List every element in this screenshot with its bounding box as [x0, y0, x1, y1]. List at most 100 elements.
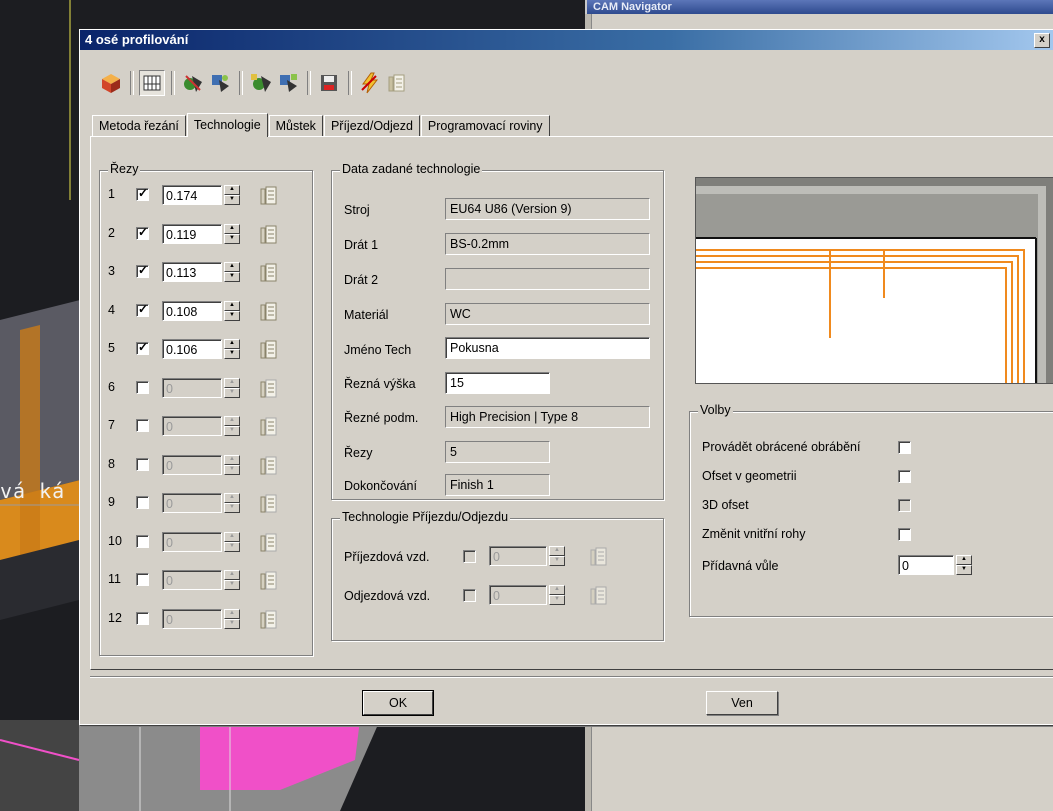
rezna-vyska-input[interactable]: 15 — [445, 372, 550, 394]
rez-row-value[interactable]: 0.108 — [162, 300, 222, 321]
rez-row-spin-arrows[interactable]: ▲ ▼ — [224, 608, 240, 629]
rez-row-spinner[interactable]: 0.113 ▲ ▼ — [162, 262, 240, 282]
rez-row-doc-icon[interactable] — [260, 493, 278, 518]
volby-option-checkbox[interactable] — [898, 528, 911, 541]
rez-row-checkbox[interactable] — [136, 611, 149, 625]
rez-row-doc-icon[interactable] — [260, 570, 278, 595]
cube-icon[interactable] — [98, 70, 124, 96]
wire-cut-all-icon[interactable] — [275, 70, 301, 96]
rez-row-value[interactable]: 0 — [162, 454, 222, 475]
volby-option-checkbox[interactable] — [898, 441, 911, 454]
rez-row-spin-arrows[interactable]: ▲ ▼ — [224, 377, 240, 398]
tab-prijezd-odjezd[interactable]: Příjezd/Odjezd — [323, 115, 420, 136]
rez-row-value[interactable]: 0 — [162, 608, 222, 629]
volby-option-checkbox[interactable] — [898, 470, 911, 483]
rez-row-doc-icon[interactable] — [260, 378, 278, 403]
close-button[interactable]: x — [1034, 33, 1050, 48]
rez-row-spin-arrows[interactable]: ▲ ▼ — [224, 262, 240, 282]
rez-row-value[interactable]: 0 — [162, 377, 222, 398]
doc-icon[interactable] — [384, 70, 410, 96]
rez-row-spinner[interactable]: 0 ▲ ▼ — [162, 531, 240, 552]
odjezd-checkbox[interactable] — [463, 589, 476, 602]
rez-row-value[interactable]: 0.119 — [162, 223, 222, 244]
rez-row-spin-arrows[interactable]: ▲ ▼ — [224, 493, 240, 513]
grid-icon[interactable] — [139, 70, 165, 96]
rez-row-spinner[interactable]: 0 ▲ ▼ — [162, 493, 240, 513]
pridavna-vule-spinner[interactable]: 0 ▲ ▼ — [898, 555, 972, 575]
ok-button[interactable]: OK — [362, 690, 434, 716]
wire-cut-icon[interactable] — [207, 70, 233, 96]
rez-row-value[interactable]: 0 — [162, 416, 222, 436]
rez-row-value[interactable]: 0.174 — [162, 185, 222, 205]
rez-row-checkbox[interactable]: ✓ — [136, 302, 149, 317]
rez-row-doc-icon[interactable] — [260, 262, 278, 287]
tab-metoda-rezani[interactable]: Metoda řezání — [92, 115, 186, 136]
tab-mustek[interactable]: Můstek — [268, 115, 323, 136]
rez-row-doc-icon[interactable] — [260, 609, 278, 634]
rez-row-checkbox[interactable] — [136, 419, 149, 432]
rez-row-doc-icon[interactable] — [260, 301, 278, 326]
rez-row-spin-arrows[interactable]: ▲ ▼ — [224, 570, 240, 590]
rez-row-value[interactable]: 0.113 — [162, 262, 222, 282]
rez-row-spinner[interactable]: 0 ▲ ▼ — [162, 570, 240, 590]
save-icon[interactable] — [316, 70, 342, 96]
rez-row-checkbox[interactable] — [136, 534, 149, 548]
rez-row-spinner[interactable]: 0 ▲ ▼ — [162, 454, 240, 475]
rez-row-spin-arrows[interactable]: ▲ ▼ — [224, 185, 240, 205]
odjezd-doc-icon[interactable] — [590, 585, 608, 610]
flash-icon[interactable] — [357, 70, 383, 96]
rez-row-checkbox[interactable]: ✓ — [136, 225, 149, 240]
rez-row-checkbox[interactable]: ✓ — [136, 186, 149, 201]
rez-row-doc-icon[interactable] — [260, 185, 278, 210]
rez-row-checkbox[interactable] — [136, 457, 149, 471]
rez-row-doc-icon[interactable] — [260, 224, 278, 249]
rez-row-value[interactable]: 0 — [162, 493, 222, 513]
rez-row-checkbox[interactable] — [136, 380, 149, 394]
rez-row-spinner[interactable]: 0.106 ▲ ▼ — [162, 339, 240, 359]
rez-row-spinner[interactable]: 0.119 ▲ ▼ — [162, 223, 240, 244]
rez-row-doc-icon[interactable] — [260, 416, 278, 441]
rez-row-checkbox[interactable]: ✓ — [136, 263, 149, 278]
dialog-titlebar[interactable]: 4 osé profilování x — [80, 30, 1053, 50]
rez-row-spin-arrows[interactable]: ▲ ▼ — [224, 416, 240, 436]
rez-row-value[interactable]: 0 — [162, 570, 222, 590]
tab-technologie[interactable]: Technologie — [186, 113, 268, 137]
rez-row-spinner[interactable]: 0 ▲ ▼ — [162, 377, 240, 398]
rez-row-spinner[interactable]: 0.108 ▲ ▼ — [162, 300, 240, 321]
rez-row-spin-arrows[interactable]: ▲ ▼ — [224, 454, 240, 475]
pridavna-vule-value[interactable]: 0 — [898, 555, 954, 575]
rez-row-spin-arrows[interactable]: ▲ ▼ — [224, 300, 240, 321]
prijezd-checkbox[interactable] — [463, 550, 476, 563]
prijezd-value[interactable]: 0 — [489, 546, 547, 566]
rez-row-doc-icon[interactable] — [260, 339, 278, 364]
rez-row-checkbox[interactable] — [136, 573, 149, 586]
volby-option-checkbox[interactable] — [898, 499, 911, 512]
odjezd-value[interactable]: 0 — [489, 585, 547, 605]
prijezd-spinner[interactable]: 0 ▲ ▼ — [489, 546, 565, 566]
rez-row-spin-arrows[interactable]: ▲ ▼ — [224, 531, 240, 552]
odjezd-spin-arrows[interactable]: ▲ ▼ — [549, 585, 565, 605]
rez-row-doc-icon[interactable] — [260, 455, 278, 480]
rez-row-doc-icon[interactable] — [260, 532, 278, 557]
rez-row-checkbox[interactable] — [136, 496, 149, 509]
pridavna-vule-arrows[interactable]: ▲ ▼ — [956, 555, 972, 575]
rez-row-spin-arrows[interactable]: ▲ ▼ — [224, 223, 240, 244]
jmeno-tech-input[interactable]: Pokusna — [445, 337, 650, 359]
prijezd-doc-icon[interactable] — [590, 546, 608, 571]
rez-row: 2 ✓ 0.119 ▲ ▼ — [100, 222, 310, 248]
wire-thread-icon[interactable] — [180, 70, 206, 96]
rez-row-spinner[interactable]: 0 ▲ ▼ — [162, 416, 240, 436]
prijezd-spin-arrows[interactable]: ▲ ▼ — [549, 546, 565, 566]
rez-row-checkbox[interactable]: ✓ — [136, 340, 149, 355]
rez-row-value[interactable]: 0 — [162, 531, 222, 552]
tab-programovaci-roviny[interactable]: Programovací roviny — [420, 115, 550, 136]
dokonceni-field: Finish 1 — [445, 474, 550, 496]
ven-button[interactable]: Ven — [706, 691, 778, 715]
rez-row-spinner[interactable]: 0.174 ▲ ▼ — [162, 185, 240, 205]
wire-thread-all-icon[interactable] — [248, 70, 274, 96]
rez-row-spinner[interactable]: 0 ▲ ▼ — [162, 608, 240, 629]
rez-row-spin-arrows[interactable]: ▲ ▼ — [224, 339, 240, 359]
rez-row-value[interactable]: 0.106 — [162, 339, 222, 359]
technology-data-title: Data zadané technologie — [340, 162, 483, 176]
odjezd-spinner[interactable]: 0 ▲ ▼ — [489, 585, 565, 605]
